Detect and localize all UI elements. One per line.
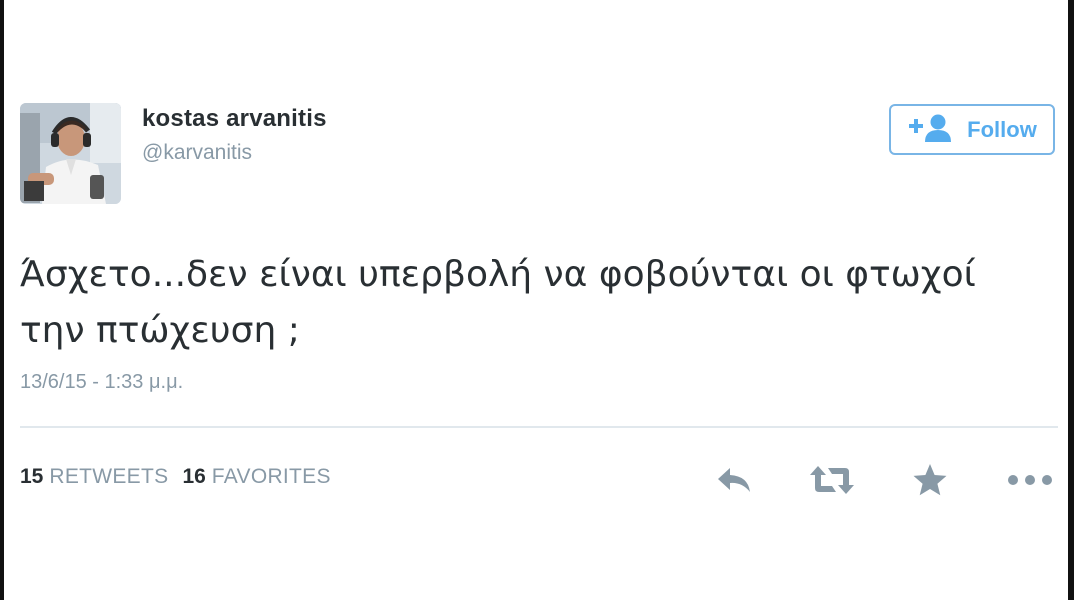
- tweet-text-line-2: την πτώχευση ;: [20, 310, 300, 351]
- follow-person-plus-icon: [907, 112, 953, 147]
- retweets-count[interactable]: 15: [20, 465, 43, 489]
- favorite-star-icon: [913, 464, 947, 496]
- tweet-text-line-1: Άσχετο...δεν είναι υπερβολή να φοβούνται…: [20, 254, 976, 295]
- divider: [20, 426, 1058, 428]
- follow-button-label: Follow: [967, 116, 1037, 142]
- favorites-label[interactable]: FAVORITES: [212, 465, 331, 489]
- avatar-photo: [20, 103, 121, 204]
- retweet-icon: [810, 466, 854, 494]
- favorite-button[interactable]: [906, 458, 954, 502]
- reply-button[interactable]: [710, 458, 758, 502]
- more-dots-icon: [1008, 475, 1052, 485]
- author-handle[interactable]: @karvanitis: [142, 141, 252, 165]
- follow-button[interactable]: Follow: [889, 104, 1055, 155]
- retweet-button[interactable]: [808, 458, 856, 502]
- tweet-text: Άσχετο...δεν είναι υπερβολή να φοβούνται…: [20, 247, 1060, 359]
- tweet-timestamp[interactable]: 13/6/15 - 1:33 μ.μ.: [20, 371, 183, 394]
- retweets-label[interactable]: RETWEETS: [49, 465, 168, 489]
- more-options-button[interactable]: [1006, 458, 1054, 502]
- tweet-stats: 15 RETWEETS 16 FAVORITES: [20, 465, 345, 489]
- favorites-count[interactable]: 16: [182, 465, 205, 489]
- reply-icon: [718, 468, 750, 492]
- author-display-name[interactable]: kostas arvanitis: [142, 105, 327, 133]
- author-avatar[interactable]: [20, 103, 121, 204]
